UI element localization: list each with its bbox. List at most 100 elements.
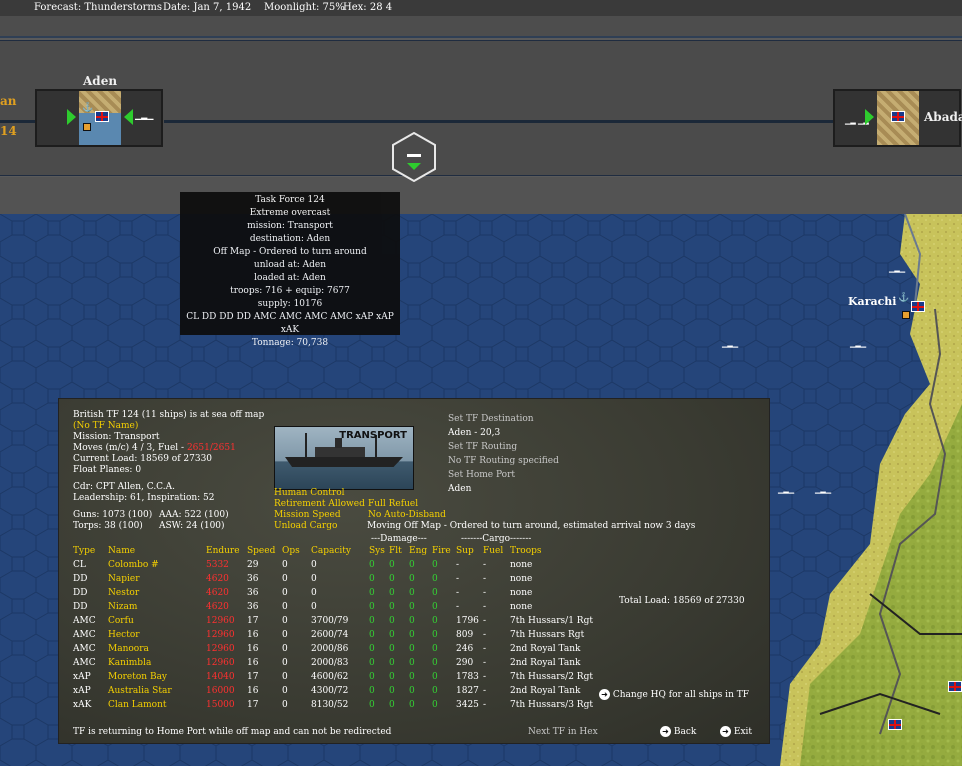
back-button[interactable]: ➜ Back bbox=[660, 726, 696, 738]
strip-band-top bbox=[0, 16, 962, 38]
base-icon[interactable] bbox=[902, 311, 910, 319]
ship-name-cell[interactable]: Nestor bbox=[108, 586, 206, 600]
option-unload-cargo[interactable]: Unload Cargo bbox=[274, 521, 337, 532]
col-speed[interactable]: Speed bbox=[247, 544, 282, 558]
ship-capacity-cell: 4600/62 bbox=[311, 672, 349, 682]
exit-button[interactable]: ➜ Exit bbox=[720, 726, 752, 738]
option-full-refuel[interactable]: Full Refuel bbox=[368, 499, 418, 510]
col-flt[interactable]: Flt bbox=[389, 544, 409, 558]
tooltip-line: loaded at: Aden bbox=[254, 273, 326, 283]
ship-icon[interactable]: ▁▂▁ bbox=[889, 265, 905, 273]
ship-name-cell[interactable]: Manoora bbox=[108, 642, 206, 656]
arrow-right-icon bbox=[67, 109, 76, 125]
ship-row[interactable]: AMC Hector 12960 16 0 2600/74 0 0 0 0 809- 7th Huss… bbox=[73, 628, 593, 642]
set-home-port-button[interactable]: Set Home Port bbox=[448, 470, 515, 481]
col-endure[interactable]: Endure bbox=[206, 544, 247, 558]
tooltip-line: supply: 10176 bbox=[257, 299, 323, 309]
ship-name-cell[interactable]: Nizam bbox=[108, 600, 206, 614]
ship-fire-cell: 0 bbox=[432, 686, 438, 696]
ship-ops-cell: 0 bbox=[282, 686, 288, 696]
col-eng[interactable]: Eng bbox=[409, 544, 432, 558]
ship-name-cell[interactable]: Colombo # bbox=[108, 558, 206, 572]
task-force-marker[interactable] bbox=[392, 131, 436, 183]
ship-row[interactable]: AMC Kanimbla 12960 16 0 2000/83 0 0 0 0 290- 2nd Ro… bbox=[73, 656, 593, 670]
ship-troops-cell: 7th Hussars/3 Rgt bbox=[510, 700, 593, 710]
ship-sys-cell: 0 bbox=[369, 700, 375, 710]
ship-speed-cell: 16 bbox=[247, 686, 259, 696]
ship-sup-cell: - bbox=[456, 560, 460, 570]
ship-fuel-cell: - bbox=[483, 588, 487, 598]
task-force-panel: British TF 124 (11 ships) is at sea off … bbox=[58, 398, 770, 744]
ship-fire-cell: 0 bbox=[432, 658, 438, 668]
tf-header: British TF 124 (11 ships) is at sea off … bbox=[73, 410, 265, 420]
set-destination-button[interactable]: Set TF Destination bbox=[448, 414, 534, 425]
tooltip-line: Tonnage: 70,738 bbox=[251, 338, 329, 348]
ship-flt-cell: 0 bbox=[389, 602, 395, 612]
col-fire[interactable]: Fire bbox=[432, 544, 456, 558]
ship-icon[interactable]: ▁▂▁ bbox=[722, 340, 738, 348]
ship-name-cell[interactable]: Kanimbla bbox=[108, 656, 206, 670]
ship-sup-cell: - bbox=[456, 588, 460, 598]
tf-guns: Guns: 1073 (100) bbox=[73, 510, 153, 520]
port-aden[interactable]: ⚓ ▁▂▁ bbox=[35, 89, 163, 147]
ship-fire-cell: 0 bbox=[432, 644, 438, 654]
col-capacity[interactable]: Capacity bbox=[311, 544, 369, 558]
destination-value: Aden - 20,3 bbox=[448, 428, 501, 438]
ship-table-header: Type Name Endure Speed Ops Capacity Sys … bbox=[73, 544, 593, 558]
ship-sys-cell: 0 bbox=[369, 658, 375, 668]
ship-endure-cell: 15000 bbox=[206, 700, 235, 710]
ship-sup-cell: 246 bbox=[456, 644, 474, 654]
task-force-icon bbox=[392, 131, 436, 183]
col-sup[interactable]: Sup bbox=[456, 544, 483, 558]
ship-sys-cell: 0 bbox=[369, 672, 375, 682]
ship-row[interactable]: xAK Clan Lamont 15000 17 0 8130/52 0 0 0 0 3425- 7t… bbox=[73, 698, 593, 712]
ship-icon[interactable]: ▁▂▁ bbox=[850, 340, 866, 348]
fuel-value: 2651/2651 bbox=[186, 443, 236, 453]
ship-row[interactable]: CL Colombo #5332 29 0 0 0 0 0 0 - - none bbox=[73, 558, 593, 572]
ship-name-cell[interactable]: Australia Star bbox=[108, 684, 206, 698]
ship-table-body: CL Colombo #5332 29 0 0 0 0 0 0- - none DD Napier 462… bbox=[73, 558, 593, 712]
tf-commander[interactable]: Cdr: CPT Allen, C.C.A. bbox=[73, 482, 175, 493]
option-retirement[interactable]: Retirement Allowed bbox=[274, 499, 365, 510]
option-no-auto-disband[interactable]: No Auto-Disband bbox=[368, 510, 446, 521]
set-routing-button[interactable]: Set TF Routing bbox=[448, 442, 517, 453]
ship-type-cell: AMC bbox=[73, 644, 96, 654]
ship-name-cell[interactable]: Corfu bbox=[108, 614, 206, 628]
tf-name-link[interactable]: (No TF Name) bbox=[73, 421, 138, 432]
ship-fire-cell: 0 bbox=[432, 672, 438, 682]
col-type[interactable]: Type bbox=[73, 544, 108, 558]
option-human-control[interactable]: Human Control bbox=[274, 488, 345, 499]
col-ops[interactable]: Ops bbox=[282, 544, 311, 558]
ship-sys-cell: 0 bbox=[369, 602, 375, 612]
ship-eng-cell: 0 bbox=[409, 644, 415, 654]
ship-endure-cell: 4620 bbox=[206, 574, 229, 584]
ship-ops-cell: 0 bbox=[282, 658, 288, 668]
next-tf-button[interactable]: Next TF in Hex bbox=[528, 727, 598, 738]
col-troops[interactable]: Troops bbox=[510, 544, 593, 558]
col-sys[interactable]: Sys bbox=[369, 544, 389, 558]
ship-icon[interactable]: ▁▂▁ bbox=[815, 486, 831, 494]
col-name[interactable]: Name bbox=[108, 544, 206, 558]
ship-row[interactable]: xAP Moreton Bay 14040 17 0 4600/62 0 0 0 0 1783- 7t… bbox=[73, 670, 593, 684]
ship-icon[interactable]: ▁▂▁ bbox=[778, 486, 794, 494]
ship-sup-cell: 1783 bbox=[456, 672, 479, 682]
ship-row[interactable]: xAP Australia Star 16000 16 0 4300/72 0 0 0 0 1827… bbox=[73, 684, 593, 698]
ship-row[interactable]: DD Nizam 4620 36 0 0 0 0 0 0 - - none bbox=[73, 600, 593, 614]
ship-name-cell[interactable]: Moreton Bay bbox=[108, 670, 206, 684]
ship-row[interactable]: AMC Manoora 12960 16 0 2000/86 0 0 0 0 246- 2nd Roy… bbox=[73, 642, 593, 656]
ship-name-cell[interactable]: Hector bbox=[108, 628, 206, 642]
ship-ops-cell: 0 bbox=[282, 616, 288, 626]
anchor-icon: ⚓ bbox=[898, 293, 910, 303]
ship-name-cell[interactable]: Napier bbox=[108, 572, 206, 586]
ship-endure-cell: 14040 bbox=[206, 672, 235, 682]
ship-row[interactable]: DD Napier 4620 36 0 0 0 0 0 0 - - none bbox=[73, 572, 593, 586]
change-hq-button[interactable]: ➜ Change HQ for all ships in TF bbox=[599, 689, 749, 701]
ship-row[interactable]: AMC Corfu 12960 17 0 3700/79 0 0 0 0 1796- 7th Huss… bbox=[73, 614, 593, 628]
ship-eng-cell: 0 bbox=[409, 700, 415, 710]
col-fuel[interactable]: Fuel bbox=[483, 544, 510, 558]
ship-row[interactable]: DD Nestor 4620 36 0 0 0 0 0 0 - - none bbox=[73, 586, 593, 600]
back-arrow-icon: ➜ bbox=[660, 726, 671, 737]
ship-capacity-cell: 0 bbox=[311, 602, 317, 612]
ship-name-cell[interactable]: Clan Lamont bbox=[108, 698, 206, 712]
option-mission-speed[interactable]: Mission Speed bbox=[274, 510, 341, 521]
